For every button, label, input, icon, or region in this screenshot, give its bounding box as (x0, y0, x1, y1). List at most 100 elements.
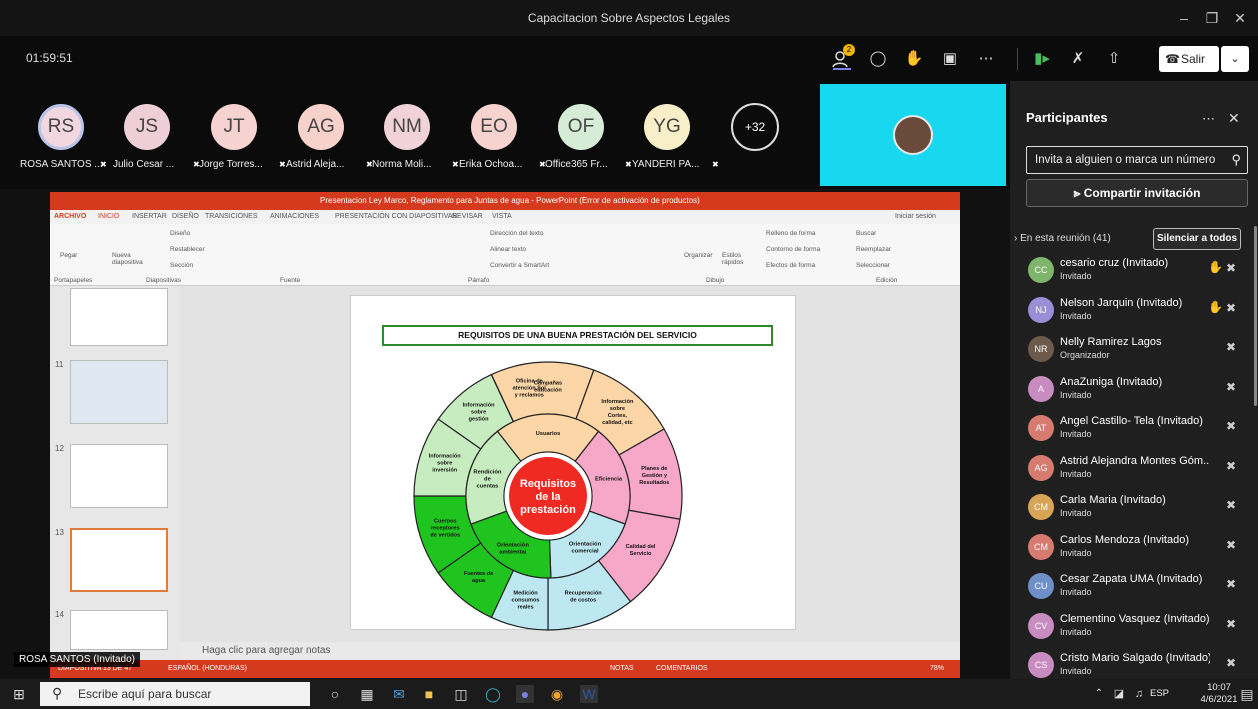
ribbon-seccion[interactable]: Sección (170, 262, 193, 269)
status-zoom[interactable]: 78% (930, 665, 944, 672)
avatar[interactable]: NM (384, 104, 430, 150)
self-video[interactable] (820, 84, 1006, 186)
mic-off-icon[interactable]: ✗ (1067, 48, 1089, 70)
avatar[interactable]: EO (471, 104, 517, 150)
share-invite-button[interactable]: ⪢ Compartir invitación (1026, 179, 1248, 207)
avatar[interactable]: AG (298, 104, 344, 150)
cortana-icon[interactable]: ○ (326, 685, 344, 703)
share-screen-icon[interactable]: ⇧ (1103, 48, 1125, 70)
edge-icon[interactable]: ◯ (484, 685, 502, 703)
leave-dropdown-button[interactable]: ⌄ (1221, 46, 1249, 72)
store-icon[interactable]: ◫ (452, 685, 470, 703)
participant-row[interactable]: A AnaZuniga (Invitado) Invitado ✖ (1026, 372, 1252, 410)
close-icon[interactable]: ✕ (1226, 7, 1254, 29)
camera-icon[interactable]: ▮▸ (1031, 48, 1053, 70)
avatar[interactable]: OF (558, 104, 604, 150)
taskbar-search-input[interactable]: ⚲ Escribe aquí para buscar (40, 682, 310, 706)
signin-link[interactable]: Iniciar sesión (895, 213, 936, 220)
slide-thumbnail[interactable] (70, 610, 168, 650)
avatar-initials: AG (307, 116, 335, 137)
ribbon-relleno[interactable]: Relleno de forma (766, 230, 816, 237)
mail-icon[interactable]: ✉ (390, 685, 408, 703)
ribbon-contorno[interactable]: Contorno de forma (766, 246, 820, 253)
ribbon-diseno[interactable]: Diseño (170, 230, 190, 237)
tab-transiciones[interactable]: TRANSICIONES (205, 213, 258, 220)
task-view-icon[interactable]: ▦ (358, 685, 376, 703)
language-indicator[interactable]: ESP (1150, 688, 1169, 699)
tab-revisar[interactable]: REVISAR (452, 213, 483, 220)
ribbon-efectos[interactable]: Efectos de forma (766, 262, 815, 269)
restore-icon[interactable]: ❐ (1198, 7, 1226, 29)
avatar[interactable]: JS (124, 104, 170, 150)
ribbon-direccion[interactable]: Dirección del texto (490, 230, 543, 237)
avatar: CV (1028, 612, 1054, 639)
rooms-icon[interactable]: ▣ (939, 48, 961, 70)
ribbon-convertir[interactable]: Convertir a SmartArt (490, 262, 549, 269)
notes-placeholder: Haga clic para agregar notas (202, 645, 331, 656)
share-icon: ⪢ (1073, 186, 1081, 200)
status-notas[interactable]: NOTAS (610, 665, 634, 672)
ribbon-pegar[interactable]: Pegar (60, 252, 77, 259)
ribbon-buscar[interactable]: Buscar (856, 230, 876, 237)
ribbon-organizar[interactable]: Organizar (684, 252, 713, 259)
teams-icon[interactable]: ● (516, 685, 534, 703)
slide-thumbnail[interactable] (70, 360, 168, 424)
more-actions-icon[interactable]: ⋯ (975, 48, 997, 70)
participant-row[interactable]: CC cesario cruz (Invitado) Invitado ✋ ✖ (1026, 253, 1252, 291)
network-icon[interactable]: ◪ (1110, 685, 1128, 703)
reactions-icon[interactable]: ✋ (903, 48, 925, 70)
avatar: AG (1028, 454, 1054, 481)
ribbon-alinear[interactable]: Alinear texto (490, 246, 526, 253)
tab-inicio[interactable]: INICIO (98, 213, 119, 220)
slide-thumbnail[interactable] (70, 444, 168, 508)
tray-arrow-icon[interactable]: ⌃ (1090, 685, 1108, 703)
panel-close-icon[interactable]: ✕ (1228, 110, 1240, 127)
tab-archivo[interactable]: ARCHIVO (54, 213, 86, 220)
participant-row[interactable]: AT Angel Castillo- Tela (Invitado) Invitad… (1026, 411, 1252, 449)
avatar[interactable]: JT (211, 104, 257, 150)
participant-row[interactable]: NJ Nelson Jarquin (Invitado) Invitado ✋ ✖ (1026, 293, 1252, 331)
slide-thumbnail-selected[interactable] (70, 528, 168, 592)
mute-all-button[interactable]: Silenciar a todos (1153, 228, 1241, 250)
participant-row[interactable]: AG Astrid Alejandra Montes Góm... Invitado… (1026, 451, 1252, 489)
word-icon[interactable]: W (580, 685, 598, 703)
windows-start-icon[interactable]: ⊞ (10, 685, 28, 703)
participant-row[interactable]: CM Carla Maria (Invitado) Invitado ✖ (1026, 490, 1252, 528)
more-participants-button[interactable]: +32 (731, 103, 779, 151)
taskbar-clock[interactable]: 10:07 4/6/2021 (1198, 682, 1240, 706)
status-comentarios[interactable]: COMENTARIOS (656, 665, 708, 672)
participants-icon[interactable]: 2 (831, 44, 855, 70)
chat-icon[interactable]: ◯ (867, 48, 889, 70)
in-meeting-header[interactable]: › En esta reunión (41) (1014, 233, 1111, 244)
notes-pane[interactable]: Haga clic para agregar notas (180, 642, 960, 660)
ribbon-estilos[interactable]: Estilos rápidos (722, 252, 752, 266)
tab-vista[interactable]: VISTA (492, 213, 512, 220)
tab-animaciones[interactable]: ANIMACIONES (270, 213, 319, 220)
chrome-icon[interactable]: ◉ (548, 685, 566, 703)
slide-thumbnail[interactable] (70, 288, 168, 346)
tab-diseno[interactable]: DISEÑO (172, 213, 199, 220)
tab-presentacion[interactable]: PRESENTACIÓN CON DIAPOSITIVAS (335, 213, 457, 220)
notifications-icon[interactable]: ▤ (1238, 685, 1256, 703)
leave-button[interactable]: ☎ Salir (1159, 46, 1219, 72)
participant-row[interactable]: CM Carlos Mendoza (Invitado) Invitado ✖ (1026, 530, 1252, 568)
ribbon-seleccionar[interactable]: Seleccionar (856, 262, 890, 269)
ribbon-reemplazar[interactable]: Reemplazar (856, 246, 891, 253)
invite-input[interactable]: Invita a alguien o marca un número ⚲ (1026, 146, 1248, 174)
ribbon-nueva-diapositiva[interactable]: Nueva diapositiva (112, 252, 152, 266)
tab-insertar[interactable]: INSERTAR (132, 213, 167, 220)
participant-row[interactable]: NR Nelly Ramirez Lagos Organizador ✖ (1026, 332, 1252, 370)
avatar: CU (1028, 573, 1054, 599)
avatar[interactable]: RS (38, 104, 84, 150)
panel-scrollbar[interactable] (1254, 226, 1257, 406)
participant-row[interactable]: CU Cesar Zapata UMA (Invitado) Invitado ✖ (1026, 569, 1252, 607)
outer-ring-label: Resultados (639, 480, 669, 486)
outer-ring-label: Cortes, (608, 413, 628, 419)
panel-more-icon[interactable]: ⋯ (1202, 111, 1215, 127)
minimize-icon[interactable]: – (1170, 7, 1198, 29)
participant-row[interactable]: CV Clementino Vasquez (Invitado) Invitado ✖ (1026, 609, 1252, 647)
avatar[interactable]: YG (644, 104, 690, 150)
file-explorer-icon[interactable]: ■ (420, 685, 438, 703)
ribbon-restablecer[interactable]: Restablecer (170, 246, 205, 253)
volume-icon[interactable]: ♫ (1130, 685, 1148, 703)
